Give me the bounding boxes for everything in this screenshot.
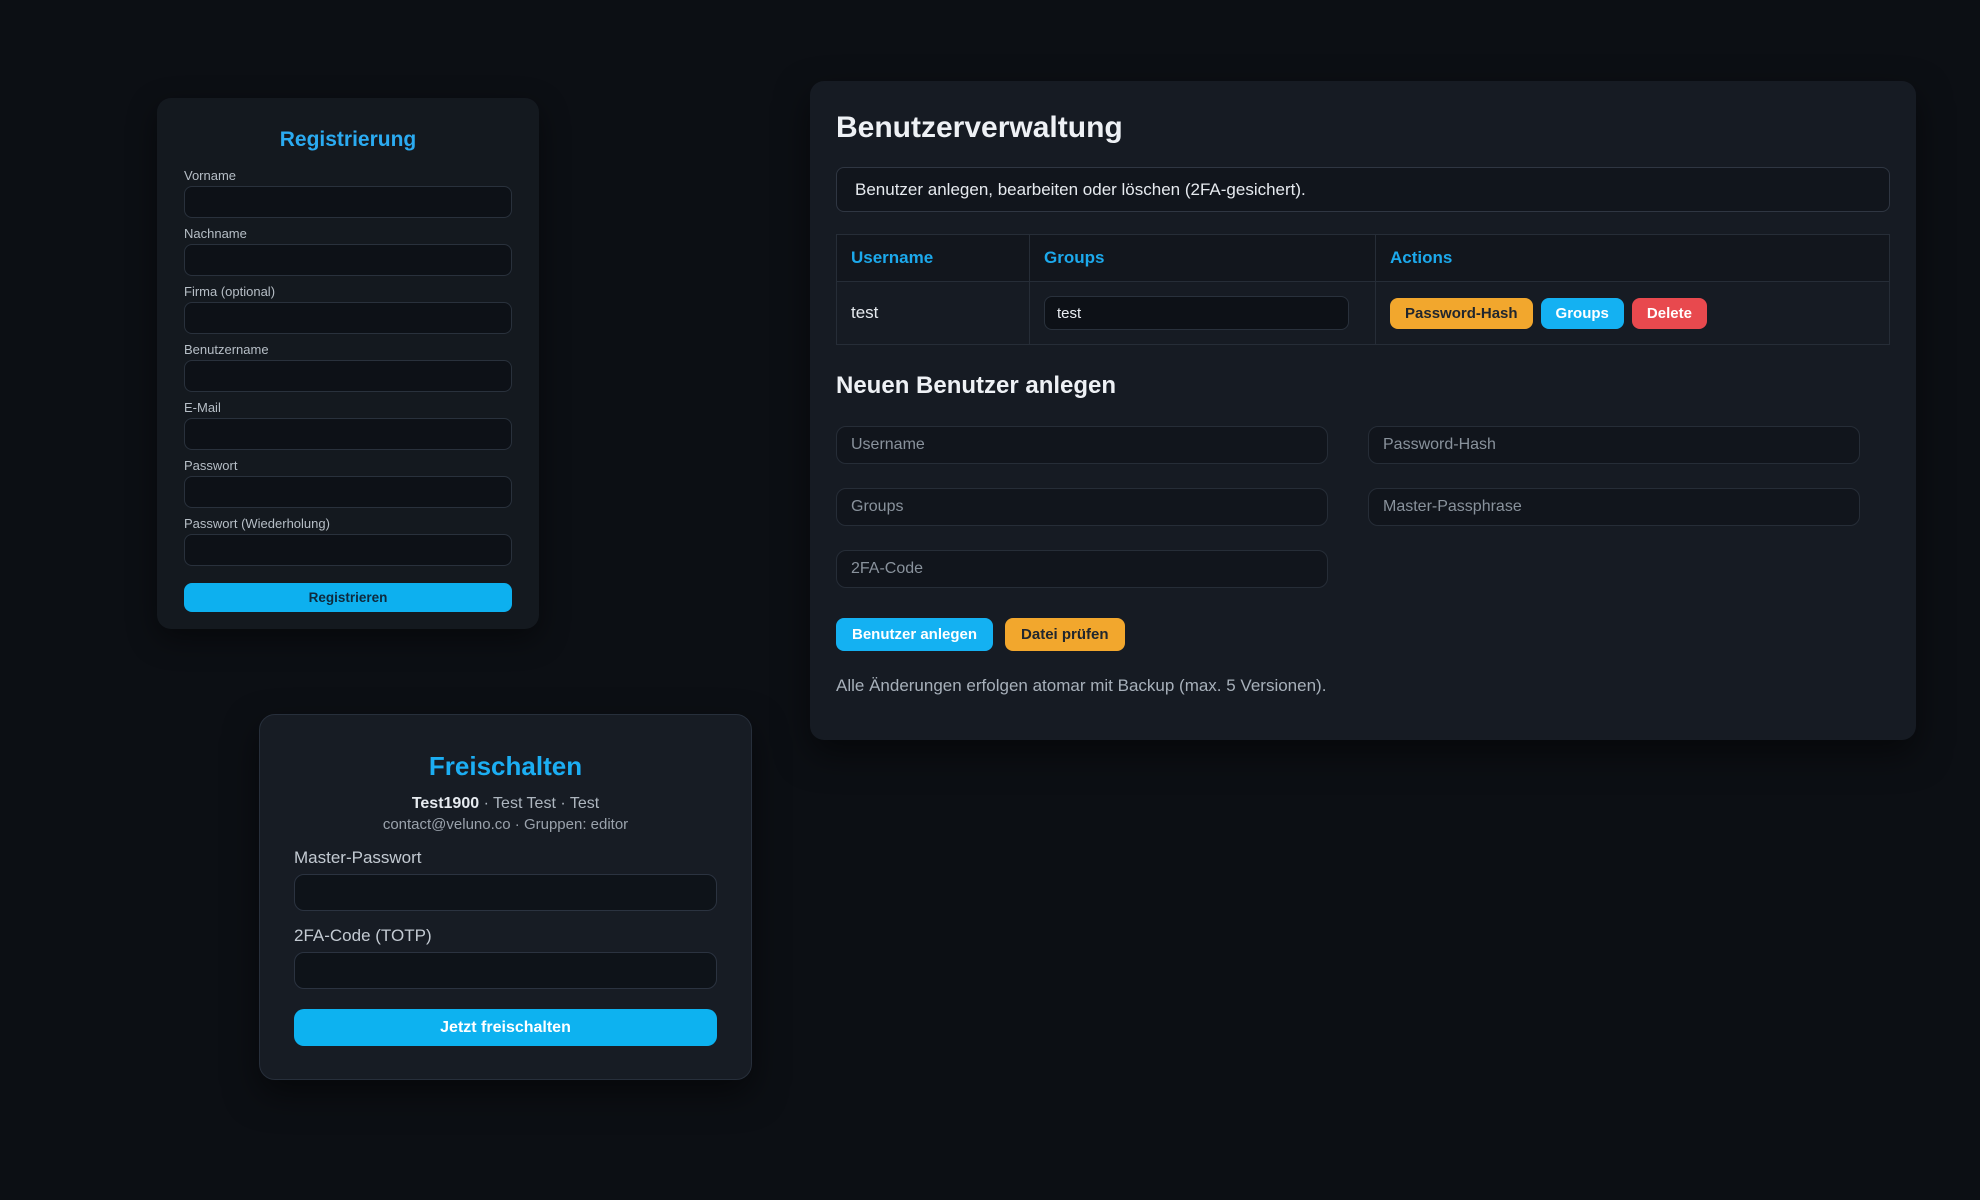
groups-value-input[interactable] — [1044, 296, 1349, 330]
unlock-user-line: Test1900 · Test Test · Test — [294, 795, 717, 813]
vorname-label: Vorname — [184, 168, 512, 183]
email-field-group: E-Mail — [184, 400, 512, 450]
passwort-input[interactable] — [184, 476, 512, 508]
groups-button[interactable]: Groups — [1541, 298, 1624, 329]
benutzername-field-group: Benutzername — [184, 342, 512, 392]
password-hash-button[interactable]: Password-Hash — [1390, 298, 1533, 329]
registration-card: Registrierung Vorname Nachname Firma (op… — [157, 98, 539, 629]
new-password-hash-input[interactable] — [1368, 426, 1860, 464]
firma-field-group: Firma (optional) — [184, 284, 512, 334]
passwort-wiederholung-label: Passwort (Wiederholung) — [184, 516, 512, 531]
column-header-actions: Actions — [1376, 235, 1890, 282]
master-passwort-label: Master-Passwort — [294, 848, 717, 868]
create-user-button[interactable]: Benutzer anlegen — [836, 618, 993, 651]
benutzername-input[interactable] — [184, 360, 512, 392]
passwort-label: Passwort — [184, 458, 512, 473]
email-input[interactable] — [184, 418, 512, 450]
column-header-username: Username — [837, 235, 1030, 282]
users-table: Username Groups Actions test Password-Ha… — [836, 234, 1890, 345]
nachname-field-group: Nachname — [184, 226, 512, 276]
master-passwort-field-group: Master-Passwort — [294, 848, 717, 911]
user-management-description: Benutzer anlegen, bearbeiten oder lösche… — [836, 167, 1890, 212]
table-row: test Password-Hash Groups Delete — [837, 282, 1890, 345]
user-management-panel: Benutzerverwaltung Benutzer anlegen, bea… — [810, 81, 1916, 740]
groups-cell — [1030, 282, 1376, 345]
firma-input[interactable] — [184, 302, 512, 334]
master-passwort-input[interactable] — [294, 874, 717, 911]
backup-note: Alle Änderungen erfolgen atomar mit Back… — [836, 676, 1890, 696]
totp-code-field-group: 2FA-Code (TOTP) — [294, 926, 717, 989]
delete-button[interactable]: Delete — [1632, 298, 1707, 329]
master-passphrase-input[interactable] — [1368, 488, 1860, 526]
unlock-card: Freischalten Test1900 · Test Test · Test… — [259, 714, 752, 1080]
email-label: E-Mail — [184, 400, 512, 415]
create-user-form — [836, 426, 1890, 588]
vorname-field-group: Vorname — [184, 168, 512, 218]
unlock-meta-line: contact@veluno.co · Gruppen: editor — [294, 816, 717, 833]
new-groups-input[interactable] — [836, 488, 1328, 526]
benutzername-label: Benutzername — [184, 342, 512, 357]
unlock-now-button[interactable]: Jetzt freischalten — [294, 1009, 717, 1046]
unlock-user-rest: · Test Test · Test — [479, 795, 599, 812]
totp-code-input[interactable] — [294, 952, 717, 989]
nachname-label: Nachname — [184, 226, 512, 241]
username-cell: test — [837, 282, 1030, 345]
unlock-title: Freischalten — [294, 751, 717, 782]
user-management-title: Benutzerverwaltung — [836, 111, 1890, 145]
totp-code-label: 2FA-Code (TOTP) — [294, 926, 717, 946]
row-actions: Password-Hash Groups Delete — [1390, 298, 1875, 329]
grid-spacer — [1368, 550, 1860, 588]
users-table-header-row: Username Groups Actions — [837, 235, 1890, 282]
new-username-input[interactable] — [836, 426, 1328, 464]
create-user-heading: Neuen Benutzer anlegen — [836, 372, 1890, 400]
registration-title: Registrierung — [184, 128, 512, 152]
column-header-groups: Groups — [1030, 235, 1376, 282]
vorname-input[interactable] — [184, 186, 512, 218]
passwort-field-group: Passwort — [184, 458, 512, 508]
firma-label: Firma (optional) — [184, 284, 512, 299]
unlock-user-name: Test1900 — [412, 795, 479, 812]
twofa-code-input[interactable] — [836, 550, 1328, 588]
register-button[interactable]: Registrieren — [184, 583, 512, 612]
passwort-wiederholung-field-group: Passwort (Wiederholung) — [184, 516, 512, 566]
check-file-button[interactable]: Datei prüfen — [1005, 618, 1125, 651]
nachname-input[interactable] — [184, 244, 512, 276]
passwort-wiederholung-input[interactable] — [184, 534, 512, 566]
actions-cell: Password-Hash Groups Delete — [1376, 282, 1890, 345]
create-user-actions: Benutzer anlegen Datei prüfen — [836, 618, 1890, 651]
